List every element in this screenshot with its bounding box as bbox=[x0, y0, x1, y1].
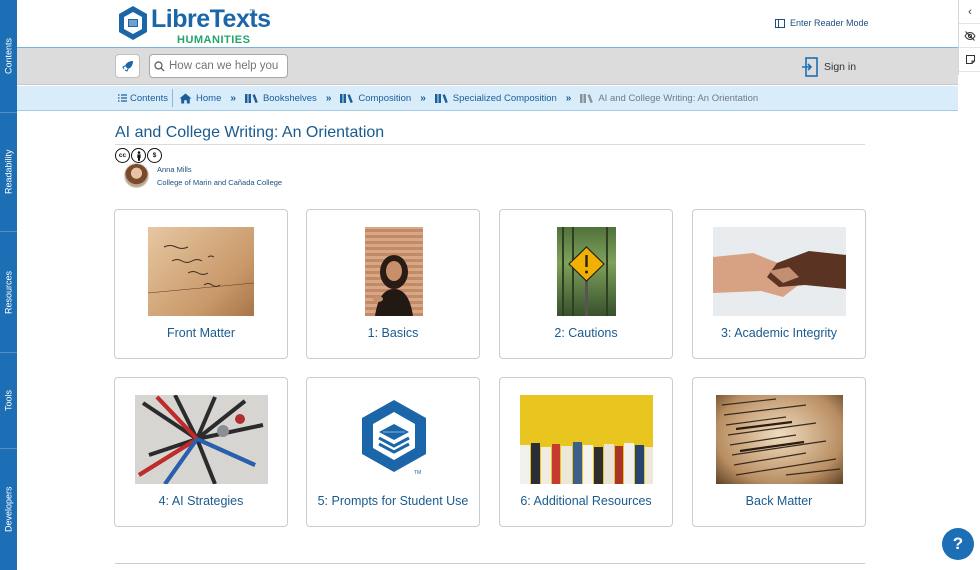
title-divider bbox=[115, 144, 865, 145]
site-header: LibreTexts ™ HUMANITIES Enter Reader Mod… bbox=[17, 0, 958, 48]
chapter-card[interactable]: 6: Additional Resources bbox=[499, 377, 673, 527]
author-affiliation[interactable]: College of Marin and Cañada College bbox=[157, 178, 282, 187]
breadcrumb-divider bbox=[172, 89, 174, 107]
chapter-card[interactable]: Front Matter bbox=[114, 209, 288, 359]
chapter-title: 5: Prompts for Student Use bbox=[317, 494, 469, 508]
collapse-icon[interactable]: ‹ bbox=[959, 0, 980, 24]
breadcrumb-composition[interactable]: Composition bbox=[340, 93, 411, 104]
breadcrumb-label: Home bbox=[196, 92, 222, 104]
sidebar-tab-label: Contents bbox=[3, 37, 14, 75]
rocket-icon bbox=[121, 61, 133, 72]
breadcrumb-chevron-icon: » bbox=[565, 92, 572, 104]
breadcrumb-home[interactable]: Home bbox=[179, 93, 221, 104]
chapter-title: Back Matter bbox=[745, 494, 813, 508]
sign-in-label: Sign in bbox=[824, 61, 857, 73]
breadcrumb-bookshelves[interactable]: Bookshelves bbox=[244, 92, 317, 104]
chapter-card[interactable]: 2: Cautions bbox=[499, 209, 673, 359]
breadcrumb-label: Composition bbox=[358, 92, 412, 104]
breadcrumb-specialized-composition[interactable]: Specialized Composition bbox=[434, 92, 557, 104]
chapter-card[interactable]: 3: Academic Integrity bbox=[692, 209, 866, 359]
logo-trademark: ™ bbox=[249, 9, 255, 15]
chapter-card[interactable]: TM 5: Prompts for Student Use bbox=[306, 377, 480, 527]
reader-mode-label: Enter Reader Mode bbox=[790, 18, 869, 28]
chapter-title: 6: Additional Resources bbox=[520, 494, 652, 508]
libretexts-logo-image: TM bbox=[357, 398, 431, 478]
chapter-card[interactable]: 1: Basics bbox=[306, 209, 480, 359]
sidebar-tab-resources[interactable]: Resources bbox=[0, 232, 17, 352]
reader-mode-button[interactable]: Enter Reader Mode bbox=[775, 18, 869, 28]
book-open-icon bbox=[775, 18, 785, 28]
sign-in-icon bbox=[802, 57, 818, 77]
contents-label: Contents bbox=[130, 92, 169, 104]
bookshelf-icon bbox=[580, 94, 594, 103]
svg-text:TM: TM bbox=[414, 470, 421, 476]
contents-toggle[interactable]: Contents bbox=[118, 93, 168, 104]
breadcrumb-chevron-icon: » bbox=[325, 92, 332, 104]
books-image bbox=[520, 395, 653, 484]
note-icon[interactable] bbox=[959, 48, 980, 72]
sidebar-tab-developers[interactable]: Developers bbox=[0, 449, 17, 570]
dictionary-image bbox=[716, 395, 843, 484]
bookshelf-icon bbox=[340, 94, 354, 103]
chapter-card[interactable]: 4: AI Strategies bbox=[114, 377, 288, 527]
rocket-button[interactable] bbox=[115, 54, 140, 78]
cc-icon: cc bbox=[115, 148, 130, 163]
woman-portrait-image bbox=[365, 227, 423, 316]
author-name[interactable]: Anna Mills bbox=[157, 165, 192, 174]
breadcrumb-current-page: AI and College Writing: An Orientation bbox=[580, 93, 758, 104]
help-button[interactable]: ? bbox=[942, 528, 974, 560]
breadcrumb-label: Specialized Composition bbox=[452, 92, 557, 104]
libretexts-logo[interactable]: LibreTexts ™ HUMANITIES bbox=[117, 3, 271, 47]
chapter-title: Front Matter bbox=[166, 326, 236, 340]
author-avatar[interactable] bbox=[124, 163, 149, 188]
search-input[interactable] bbox=[169, 60, 279, 72]
sidebar-tab-contents[interactable]: Contents bbox=[0, 0, 17, 112]
sidebar-tab-tools[interactable]: Tools bbox=[0, 353, 17, 448]
bookshelf-icon bbox=[434, 94, 448, 103]
handshake-image bbox=[713, 227, 846, 316]
search-toolbar: Sign in bbox=[17, 48, 958, 85]
right-toolbar: ‹ bbox=[958, 0, 980, 75]
left-sidebar: Contents Readability Resources Tools Dev… bbox=[0, 0, 17, 570]
chapter-title: 4: AI Strategies bbox=[158, 494, 244, 508]
sidebar-tab-readability[interactable]: Readability bbox=[0, 113, 17, 231]
content-divider bbox=[115, 563, 865, 564]
home-icon bbox=[179, 93, 192, 103]
search-field[interactable] bbox=[149, 54, 288, 78]
sidebar-tab-label: Resources bbox=[3, 270, 14, 314]
chapter-title: 3: Academic Integrity bbox=[720, 326, 838, 340]
search-icon bbox=[154, 60, 165, 71]
breadcrumb-label: Bookshelves bbox=[262, 92, 317, 104]
sidebar-tab-label: Tools bbox=[3, 390, 14, 412]
chapter-title: 2: Cautions bbox=[554, 326, 618, 340]
logo-library-name: HUMANITIES bbox=[177, 34, 251, 46]
license-badge[interactable]: cc $ bbox=[115, 148, 162, 163]
sidebar-tab-label: Readability bbox=[3, 149, 14, 195]
breadcrumb-chevron-icon: » bbox=[230, 92, 236, 104]
handwritten-note-image bbox=[148, 227, 254, 316]
chapter-title: 1: Basics bbox=[367, 326, 419, 340]
by-icon bbox=[131, 148, 146, 163]
nc-icon: $ bbox=[147, 148, 162, 163]
warning-sign-image bbox=[557, 227, 616, 316]
libretexts-hex-icon bbox=[119, 6, 147, 40]
breadcrumb-chevron-icon: » bbox=[420, 92, 426, 104]
sign-in-button[interactable]: Sign in bbox=[801, 57, 856, 77]
breadcrumb-label: AI and College Writing: An Orientation bbox=[598, 92, 759, 104]
sidebar-tab-label: Developers bbox=[3, 486, 14, 533]
page-title: AI and College Writing: An Orientation bbox=[115, 124, 385, 141]
chapter-card[interactable]: Back Matter bbox=[692, 377, 866, 527]
bookshelf-icon bbox=[244, 94, 258, 103]
eye-off-icon[interactable] bbox=[959, 24, 980, 48]
breadcrumb: Contents Home » Bookshelves » Compositio… bbox=[17, 86, 958, 111]
list-icon bbox=[118, 94, 127, 102]
tools-image bbox=[135, 395, 268, 484]
